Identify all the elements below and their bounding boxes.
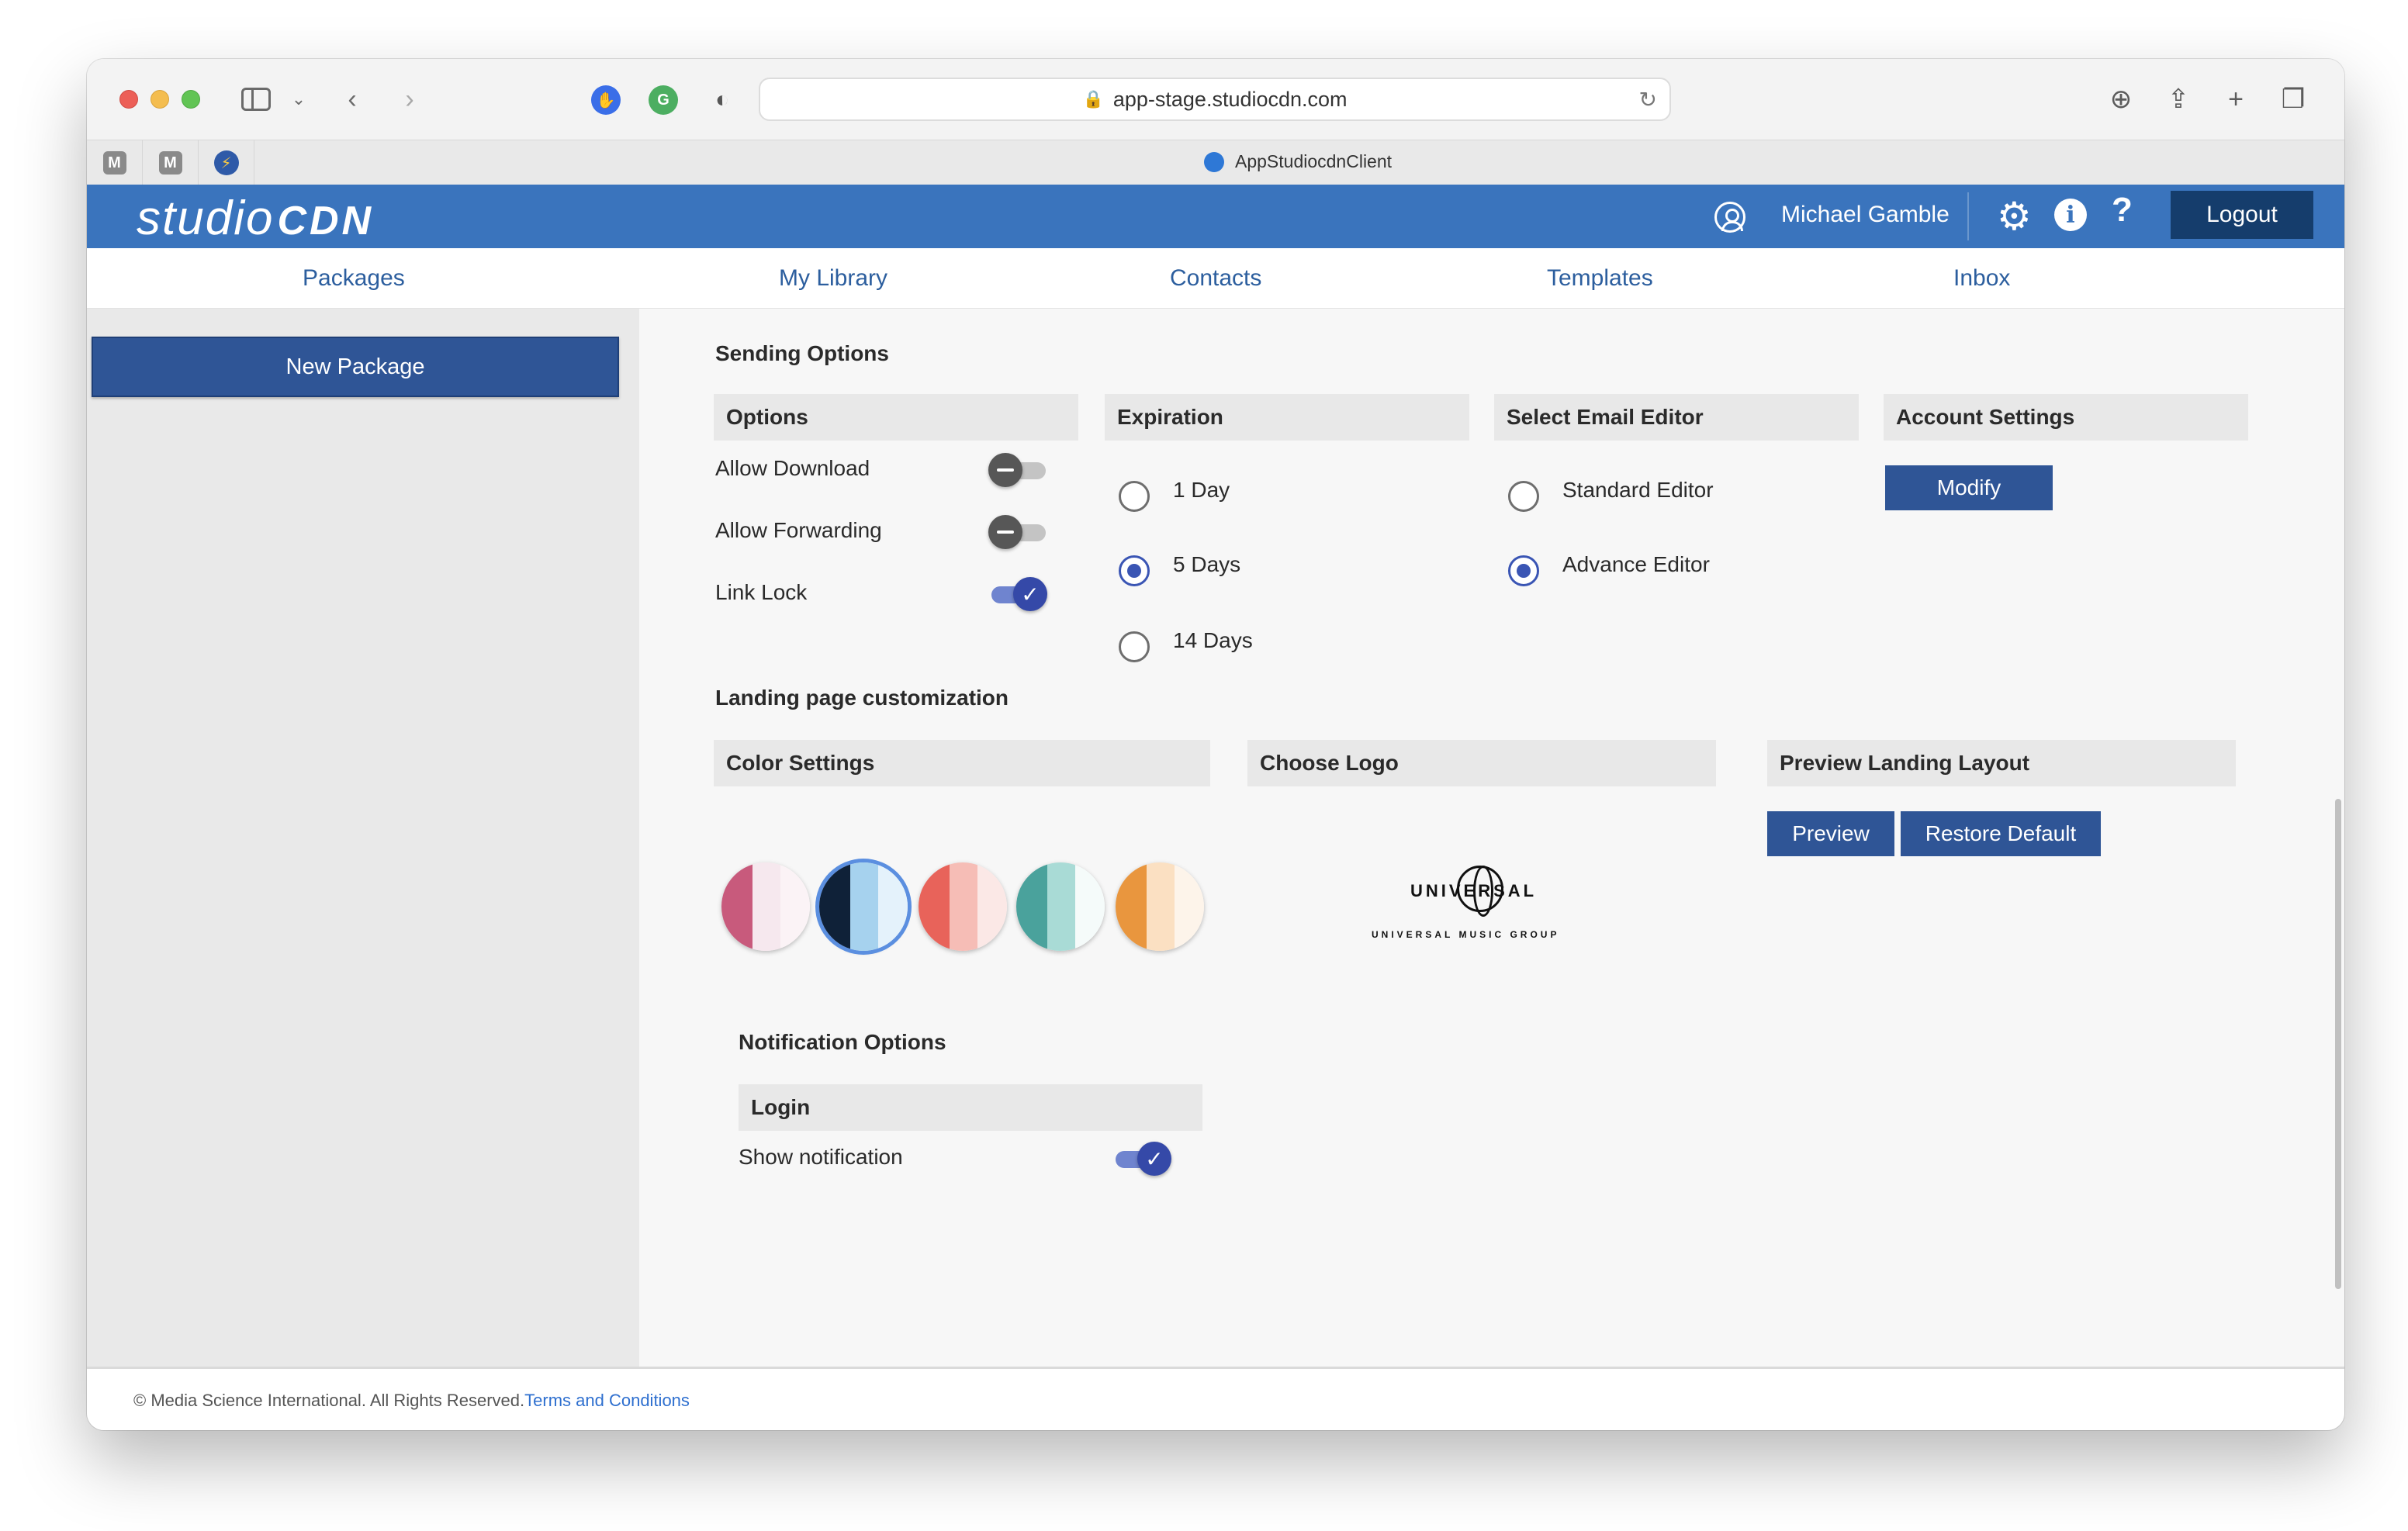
- lock-icon: 🔒: [1082, 89, 1104, 109]
- color-swatch-teal[interactable]: [1016, 862, 1105, 951]
- new-tab-icon[interactable]: +: [2219, 82, 2253, 116]
- gear-icon[interactable]: ⚙: [1997, 194, 2032, 239]
- hand-extension-icon[interactable]: ✋: [591, 85, 621, 115]
- chevron-down-icon[interactable]: ⌄: [287, 82, 310, 116]
- vertical-scrollbar[interactable]: [2335, 799, 2341, 1289]
- modify-button[interactable]: Modify: [1885, 465, 2053, 510]
- expiration-5-days-label[interactable]: 5 Days: [1173, 552, 1240, 577]
- logout-button[interactable]: Logout: [2171, 191, 2313, 239]
- back-arrow-icon[interactable]: ‹: [337, 82, 368, 116]
- nav-templates[interactable]: Templates: [1547, 265, 1653, 292]
- terms-link[interactable]: Terms and Conditions: [524, 1391, 690, 1410]
- share-icon[interactable]: ⇪: [2161, 82, 2195, 116]
- download-icon[interactable]: ⊕: [2104, 82, 2138, 116]
- new-package-button[interactable]: New Package: [92, 337, 619, 397]
- login-header: Login: [739, 1084, 1202, 1131]
- allow-download-label: Allow Download: [715, 456, 870, 480]
- color-swatch-navy[interactable]: [819, 862, 908, 951]
- bolt-favicon-icon: ⚡: [213, 150, 239, 175]
- active-tab[interactable]: AppStudiocdnClient: [1204, 151, 1392, 172]
- pinned-tab-3[interactable]: ⚡: [199, 140, 254, 185]
- options-header: Options: [714, 394, 1078, 441]
- tab-title: AppStudiocdnClient: [1235, 151, 1393, 171]
- left-panel: New Package: [87, 309, 639, 1367]
- browser-window: ⌄ ‹ › ✋ G ◐ 🔒 app-stage.studiocdn.com ↻ …: [87, 59, 2344, 1430]
- logo-wordmark: UNIVERSAL: [1410, 881, 1538, 900]
- logo-studio: studio: [137, 192, 275, 245]
- tab-overview-icon[interactable]: ❐: [2276, 82, 2310, 116]
- medium-icon: M: [102, 151, 126, 175]
- zoom-window-button[interactable]: [182, 90, 200, 109]
- nav-contacts[interactable]: Contacts: [1170, 265, 1261, 292]
- main-nav: Packages My Library Contacts Templates I…: [87, 248, 2344, 309]
- sending-options-title: Sending Options: [715, 341, 889, 365]
- expiration-14-days-radio[interactable]: [1119, 631, 1150, 662]
- app-header: studio CDN Michael Gamble ⚙ i ? Logout: [87, 185, 2344, 248]
- pinned-tab-2[interactable]: M: [143, 140, 199, 185]
- logo-subtitle: UNIVERSAL MUSIC GROUP: [1372, 929, 1560, 940]
- help-icon[interactable]: ?: [2112, 191, 2133, 230]
- email-editor-header: Select Email Editor: [1494, 394, 1859, 441]
- forward-arrow-icon[interactable]: ›: [394, 82, 425, 116]
- preview-layout-header: Preview Landing Layout: [1767, 740, 2236, 786]
- medium-icon: M: [158, 151, 182, 175]
- advance-editor-radio[interactable]: [1508, 555, 1539, 586]
- site-favicon-icon: [1204, 151, 1224, 172]
- advance-editor-label[interactable]: Advance Editor: [1562, 552, 1710, 577]
- color-swatch-orange[interactable]: [1116, 862, 1204, 951]
- logo-cdn: CDN: [277, 199, 375, 244]
- show-notification-toggle[interactable]: ✓: [1112, 1140, 1171, 1177]
- preview-button[interactable]: Preview: [1767, 811, 1894, 856]
- footer: © Media Science International. All Right…: [87, 1367, 2344, 1430]
- account-settings-header: Account Settings: [1884, 394, 2248, 441]
- url-text: app-stage.studiocdn.com: [1112, 87, 1348, 111]
- link-lock-toggle[interactable]: ✓: [988, 575, 1047, 613]
- tab-bar: M M ⚡ AppStudiocdnClient: [87, 140, 2344, 185]
- standard-editor-label[interactable]: Standard Editor: [1562, 478, 1714, 503]
- minimize-window-button[interactable]: [150, 90, 169, 109]
- expiration-1-day-label[interactable]: 1 Day: [1173, 478, 1230, 503]
- shield-extension-icon[interactable]: ◐: [708, 85, 737, 115]
- username[interactable]: Michael Gamble: [1781, 202, 1950, 228]
- color-swatch-coral[interactable]: [919, 862, 1007, 951]
- copyright-text: © Media Science International. All Right…: [133, 1391, 525, 1410]
- color-swatch-pink[interactable]: [721, 862, 810, 951]
- nav-my-library[interactable]: My Library: [779, 265, 887, 292]
- info-icon[interactable]: i: [2054, 199, 2087, 231]
- restore-default-button[interactable]: Restore Default: [1901, 811, 2101, 856]
- notification-options-title: Notification Options: [739, 1030, 946, 1054]
- allow-forwarding-toggle[interactable]: [988, 513, 1047, 551]
- nav-inbox[interactable]: Inbox: [1953, 265, 2010, 292]
- grammarly-extension-icon[interactable]: G: [649, 85, 678, 115]
- user-avatar-icon[interactable]: [1714, 202, 1745, 233]
- allow-download-toggle[interactable]: [988, 451, 1047, 489]
- browser-toolbar: ⌄ ‹ › ✋ G ◐ 🔒 app-stage.studiocdn.com ↻ …: [87, 59, 2344, 140]
- expiration-5-days-radio[interactable]: [1119, 555, 1150, 586]
- choose-logo-header: Choose Logo: [1247, 740, 1716, 786]
- standard-editor-radio[interactable]: [1508, 481, 1539, 512]
- header-divider: [1967, 192, 1969, 240]
- address-bar[interactable]: 🔒 app-stage.studiocdn.com ↻: [759, 78, 1671, 121]
- expiration-14-days-label[interactable]: 14 Days: [1173, 628, 1253, 653]
- universal-logo[interactable]: UNIVERSAL UNIVERSAL MUSIC GROUP: [1372, 866, 1573, 951]
- link-lock-label: Link Lock: [715, 580, 808, 604]
- expiration-header: Expiration: [1105, 394, 1469, 441]
- allow-forwarding-label: Allow Forwarding: [715, 518, 882, 542]
- landing-title: Landing page customization: [715, 686, 1009, 710]
- close-window-button[interactable]: [119, 90, 138, 109]
- color-settings-header: Color Settings: [714, 740, 1210, 786]
- expiration-1-day-radio[interactable]: [1119, 481, 1150, 512]
- pinned-tab-1[interactable]: M: [87, 140, 143, 185]
- show-notification-label: Show notification: [739, 1145, 903, 1169]
- studiocdn-logo[interactable]: studio CDN: [137, 191, 374, 246]
- sidebar-toggle-icon[interactable]: [239, 82, 273, 116]
- nav-packages[interactable]: Packages: [303, 265, 405, 292]
- reload-icon[interactable]: ↻: [1639, 87, 1657, 112]
